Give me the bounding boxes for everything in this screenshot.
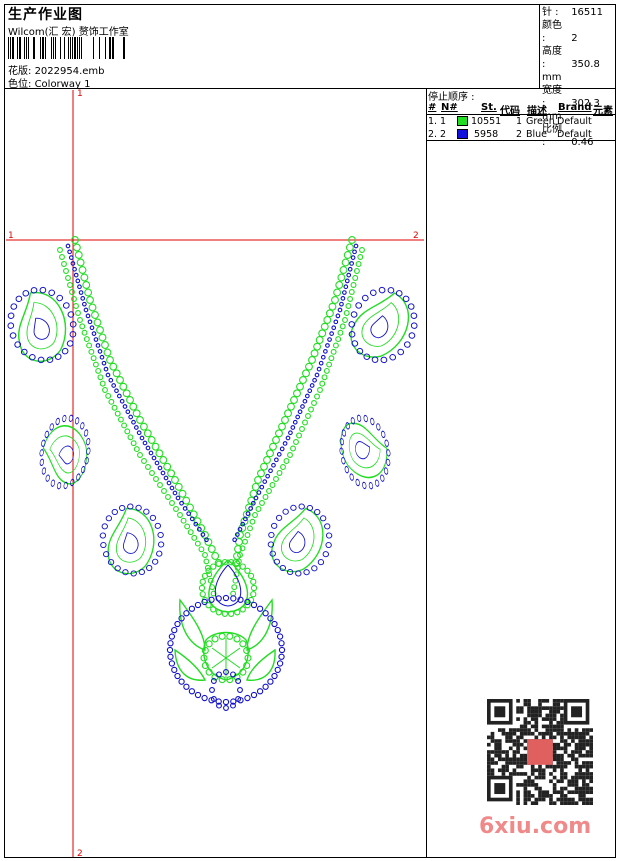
qr-code	[487, 699, 593, 805]
guide-label-top: 1	[77, 89, 83, 99]
watermark: 6xiu.com	[479, 814, 592, 839]
embroidery-design	[7, 236, 418, 711]
guide-label-right: 2	[413, 231, 419, 241]
guide-label-bottom: 2	[77, 849, 83, 859]
guide-label-left: 1	[8, 231, 14, 241]
